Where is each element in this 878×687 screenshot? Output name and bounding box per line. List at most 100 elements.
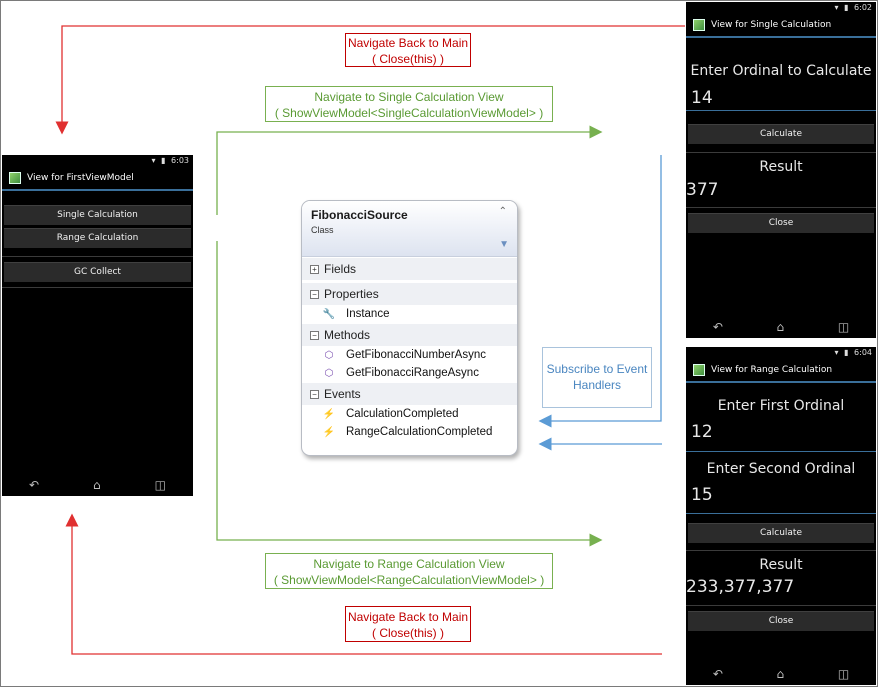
app-title: View for Single Calculation xyxy=(711,20,832,30)
lightning-icon: ⚡ xyxy=(322,426,336,438)
subscribe-text: Subscribe to Event Handlers xyxy=(546,362,648,392)
back-nav-icon[interactable]: ↶ xyxy=(713,667,723,681)
events-section[interactable]: − Events xyxy=(302,383,517,405)
navigate-single-line2: ( ShowViewModel<SingleCalculationViewMod… xyxy=(274,106,544,120)
input-underline xyxy=(686,451,876,452)
method-cube-icon: ⬡ xyxy=(324,367,334,379)
divider xyxy=(2,256,193,257)
status-bar: ▾ ▮ 6:02 xyxy=(686,2,876,14)
result-label: Result xyxy=(759,557,803,573)
event-item: ⚡ RangeCalculationCompleted xyxy=(302,423,517,441)
recents-nav-icon[interactable]: ◫ xyxy=(838,667,849,681)
recents-nav-icon[interactable]: ◫ xyxy=(838,320,849,334)
ordinal-prompt: Enter Ordinal to Calculate xyxy=(690,63,872,79)
app-title: View for Range Calculation xyxy=(711,365,833,375)
app-icon xyxy=(9,172,21,184)
input-underline xyxy=(686,110,876,111)
home-nav-icon[interactable]: ⌂ xyxy=(777,667,785,681)
property-item: 🔧 Instance xyxy=(302,305,517,323)
fields-section-label: Fields xyxy=(324,262,357,276)
battery-icon: ▮ xyxy=(161,156,166,165)
single-calculation-button[interactable]: Single Calculation xyxy=(4,205,191,225)
method-name: GetFibonacciRangeAsync xyxy=(346,367,479,379)
result-value: 233,377,377 xyxy=(686,577,795,597)
result-label: Result xyxy=(759,159,803,175)
navigate-range-line2: ( ShowViewModel<RangeCalculationViewMode… xyxy=(273,573,545,587)
calculate-button[interactable]: Calculate xyxy=(688,124,874,144)
navigate-single-label: Navigate to Single Calculation View ( Sh… xyxy=(265,86,553,122)
collapse-section-icon[interactable]: − xyxy=(310,289,319,299)
range-calculation-button[interactable]: Range Calculation xyxy=(4,228,191,248)
events-section-label: Events xyxy=(324,387,361,401)
back-nav-icon[interactable]: ↶ xyxy=(713,320,723,334)
navigate-back-top-line2: ( Close(this) ) xyxy=(371,52,444,66)
lightning-icon: ⚡ xyxy=(322,408,336,420)
fields-section[interactable]: + Fields xyxy=(302,258,517,280)
second-ordinal-input[interactable]: 15 xyxy=(691,485,713,505)
app-icon xyxy=(693,19,705,31)
collapse-section-icon[interactable]: − xyxy=(310,389,319,399)
wifi-icon: ▾ xyxy=(834,3,839,12)
method-cube-icon: ⬡ xyxy=(324,349,334,361)
home-nav-icon[interactable]: ⌂ xyxy=(777,320,785,334)
methods-section[interactable]: − Methods xyxy=(302,324,517,346)
first-ordinal-prompt: Enter First Ordinal xyxy=(717,398,845,414)
class-kind: Class xyxy=(311,225,334,235)
class-diagram-card: FibonacciSource Class ⌃ ▼ + Fields − Pro… xyxy=(301,200,518,456)
divider xyxy=(686,550,876,551)
collapse-icon[interactable]: ⌃ xyxy=(499,206,507,217)
navigate-back-bottom-label: Navigate Back to Main ( Close(this) ) xyxy=(345,606,471,642)
app-title-bar: View for Single Calculation xyxy=(686,14,876,38)
calculate-button[interactable]: Calculate xyxy=(688,523,874,543)
result-value: 377 xyxy=(686,180,719,200)
divider xyxy=(686,605,876,606)
properties-section-label: Properties xyxy=(324,287,379,301)
app-title-bar: View for FirstViewModel xyxy=(2,167,193,191)
close-button[interactable]: Close xyxy=(688,213,874,233)
expand-icon[interactable]: + xyxy=(310,264,319,274)
filter-icon[interactable]: ▼ xyxy=(499,239,509,250)
single-calculation-phone: ▾ ▮ 6:02 View for Single Calculation Ent… xyxy=(686,2,876,338)
close-button[interactable]: Close xyxy=(688,611,874,631)
method-name: GetFibonacciNumberAsync xyxy=(346,349,486,361)
methods-section-label: Methods xyxy=(324,328,371,342)
divider xyxy=(686,207,876,208)
status-time: 6:04 xyxy=(854,348,872,357)
status-bar: ▾ ▮ 6:04 xyxy=(686,347,876,359)
navigate-range-label: Navigate to Range Calculation View ( Sho… xyxy=(265,553,553,589)
recents-nav-icon[interactable]: ◫ xyxy=(155,478,166,492)
status-bar: ▾ ▮ 6:03 xyxy=(2,155,193,167)
home-nav-icon[interactable]: ⌂ xyxy=(93,478,101,492)
divider xyxy=(2,287,193,288)
back-nav-icon[interactable]: ↶ xyxy=(29,478,39,492)
app-title: View for FirstViewModel xyxy=(27,173,134,183)
navigate-back-bottom-line2: ( Close(this) ) xyxy=(371,626,444,640)
status-time: 6:02 xyxy=(854,3,872,12)
navigate-back-bottom-line1: Navigate Back to Main xyxy=(347,610,469,624)
method-item: ⬡ GetFibonacciRangeAsync xyxy=(302,364,517,382)
first-view-phone: ▾ ▮ 6:03 View for FirstViewModel Single … xyxy=(2,155,193,496)
navigate-range-line1: Navigate to Range Calculation View xyxy=(313,557,505,571)
divider xyxy=(686,152,876,153)
properties-section[interactable]: − Properties xyxy=(302,283,517,305)
range-calculation-phone: ▾ ▮ 6:04 View for Range Calculation Ente… xyxy=(686,347,876,685)
subscribe-label: Subscribe to Event Handlers xyxy=(542,347,652,408)
status-time: 6:03 xyxy=(171,156,189,165)
method-item: ⬡ GetFibonacciNumberAsync xyxy=(302,346,517,364)
event-name: CalculationCompleted xyxy=(346,408,459,420)
class-header: FibonacciSource Class ⌃ ▼ xyxy=(302,201,517,257)
first-ordinal-input[interactable]: 12 xyxy=(691,422,713,442)
collapse-section-icon[interactable]: − xyxy=(310,330,319,340)
navigate-single-line1: Navigate to Single Calculation View xyxy=(314,90,504,104)
gc-collect-button[interactable]: GC Collect xyxy=(4,262,191,282)
ordinal-input[interactable]: 14 xyxy=(691,88,713,108)
navigate-back-top-line1: Navigate Back to Main xyxy=(347,36,469,50)
class-name: FibonacciSource xyxy=(311,208,408,222)
app-icon xyxy=(693,364,705,376)
wifi-icon: ▾ xyxy=(834,348,839,357)
event-name: RangeCalculationCompleted xyxy=(346,426,493,438)
event-item: ⚡ CalculationCompleted xyxy=(302,405,517,423)
android-nav-bar: ↶ ⌂ ◫ xyxy=(686,316,876,338)
app-title-bar: View for Range Calculation xyxy=(686,359,876,383)
input-underline xyxy=(686,513,876,514)
